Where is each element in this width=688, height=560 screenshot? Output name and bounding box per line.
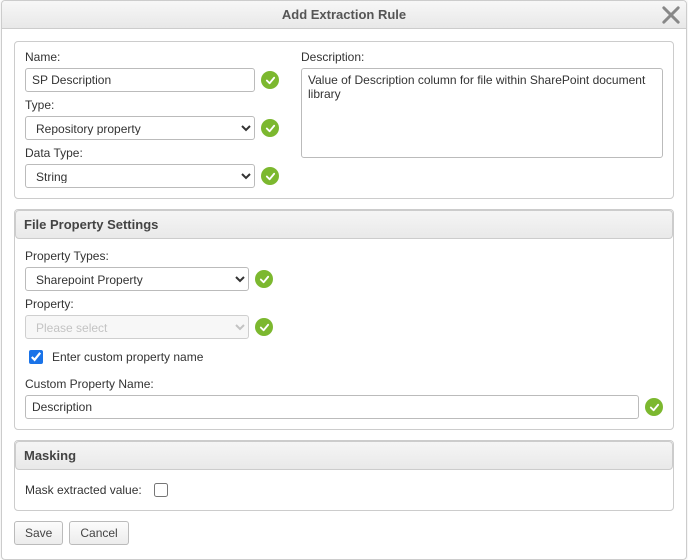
mask-extracted-value-checkbox[interactable] <box>154 483 168 497</box>
custom-property-name-input[interactable] <box>25 395 639 419</box>
check-icon <box>255 318 273 336</box>
file-property-settings-header: File Property Settings <box>15 210 673 239</box>
enter-custom-checkbox[interactable] <box>29 350 43 364</box>
property-select: Please select <box>25 315 249 339</box>
property-label: Property: <box>25 297 663 311</box>
basic-panel: Name: Type: Repository property <box>14 41 674 199</box>
check-icon <box>255 270 273 288</box>
dialog-titlebar: Add Extraction Rule <box>2 1 686 29</box>
file-property-settings-panel: File Property Settings Property Types: S… <box>14 209 674 430</box>
dialog-title-text: Add Extraction Rule <box>282 7 406 22</box>
description-textarea[interactable]: Value of Description column for file wit… <box>301 68 663 158</box>
close-icon[interactable] <box>662 6 680 24</box>
save-button[interactable]: Save <box>14 521 63 545</box>
dialog-footer: Save Cancel <box>14 521 674 549</box>
custom-property-name-label: Custom Property Name: <box>25 377 663 391</box>
masking-panel: Masking Mask extracted value: <box>14 440 674 511</box>
property-types-select[interactable]: Sharepoint Property <box>25 267 249 291</box>
datatype-label: Data Type: <box>25 146 285 160</box>
name-label: Name: <box>25 50 285 64</box>
property-types-label: Property Types: <box>25 249 663 263</box>
description-label: Description: <box>301 50 663 64</box>
mask-extracted-value-label: Mask extracted value: <box>25 483 142 497</box>
check-icon <box>261 167 279 185</box>
dialog-body: Name: Type: Repository property <box>2 29 686 559</box>
datatype-select[interactable]: String <box>25 164 255 188</box>
masking-header: Masking <box>15 441 673 470</box>
type-label: Type: <box>25 98 285 112</box>
check-icon <box>645 398 663 416</box>
add-extraction-rule-dialog: Add Extraction Rule Name: Type: <box>1 0 687 560</box>
type-select[interactable]: Repository property <box>25 116 255 140</box>
cancel-button[interactable]: Cancel <box>69 521 128 545</box>
name-input[interactable] <box>25 68 255 92</box>
check-icon <box>261 71 279 89</box>
enter-custom-label[interactable]: Enter custom property name <box>52 350 203 364</box>
check-icon <box>261 119 279 137</box>
